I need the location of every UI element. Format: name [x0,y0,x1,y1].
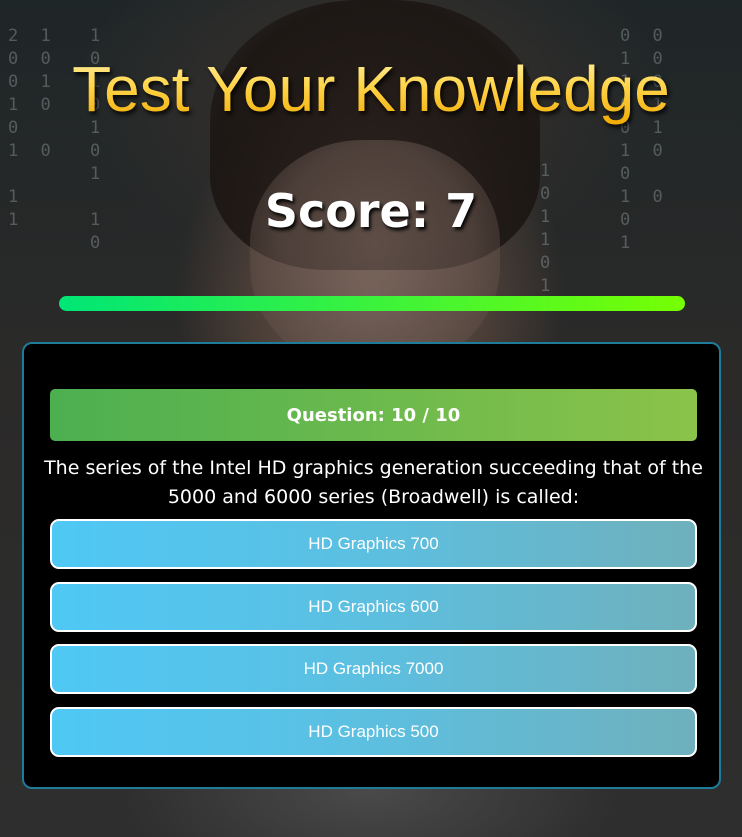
answer-button[interactable]: HD Graphics 700 [50,519,697,569]
answer-button[interactable]: HD Graphics 600 [50,581,697,632]
page-title: Test Your Knowledge [0,52,742,126]
answer-list: HD Graphics 700 HD Graphics 600 HD Graph… [50,519,697,769]
question-text: The series of the Intel HD graphics gene… [44,457,703,508]
score-label: Score: 7 [264,184,478,238]
quiz-card: Question: 10 / 10 The series of the Inte… [22,342,721,789]
answer-button[interactable]: HD Graphics 7000 [50,644,697,694]
progress-bar-fill [59,296,685,311]
progress-bar [59,296,685,311]
background-face [250,140,500,370]
answer-button[interactable]: HD Graphics 500 [50,706,697,757]
question-counter: Question: 10 / 10 [50,389,697,441]
